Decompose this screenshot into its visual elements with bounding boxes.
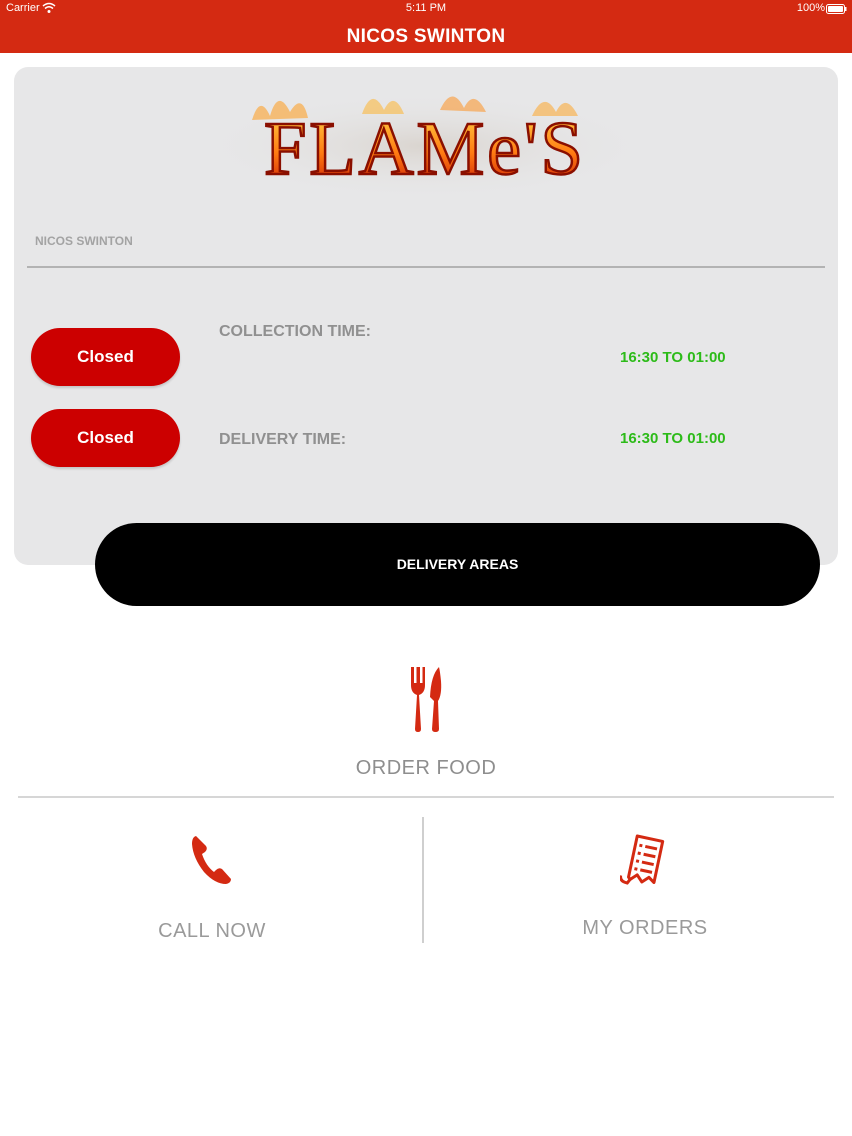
phone-icon	[190, 834, 232, 886]
battery-icon	[826, 4, 847, 17]
status-bar: Carrier 5:11 PM 100%	[0, 0, 852, 18]
store-name-field[interactable]: NICOS SWINTON	[35, 234, 133, 248]
collection-hours: 16:30 TO 01:00	[620, 349, 726, 366]
column-divider	[422, 817, 424, 943]
nav-bar: NICOS SWINTON	[0, 18, 852, 53]
delivery-status-badge[interactable]: Closed	[31, 409, 180, 467]
call-now-button[interactable]: CALL NOW	[18, 820, 406, 950]
receipt-icon	[619, 834, 668, 890]
fork-knife-icon	[409, 665, 445, 733]
collection-time-label: COLLECTION TIME:	[219, 323, 371, 340]
my-orders-button[interactable]: MY ORDERS	[440, 820, 850, 950]
page-title: NICOS SWINTON	[346, 26, 506, 47]
flames-logo: FLAMe'S	[212, 80, 638, 198]
collection-status-badge[interactable]: Closed	[31, 328, 180, 386]
call-now-label: CALL NOW	[158, 920, 266, 942]
battery-percent: 100%	[796, 2, 825, 14]
logo-text: FLAMe'S	[264, 107, 586, 191]
delivery-time-label: DELIVERY TIME:	[219, 431, 347, 448]
store-name-divider	[27, 266, 825, 268]
status-time: 5:11 PM	[405, 2, 447, 14]
section-divider	[18, 796, 834, 798]
my-orders-label: MY ORDERS	[582, 917, 708, 939]
delivery-areas-button[interactable]: DELIVERY AREAS	[95, 523, 820, 606]
delivery-hours: 16:30 TO 01:00	[620, 430, 726, 447]
order-food-button[interactable]: ORDER FOOD	[18, 640, 834, 790]
order-food-label: ORDER FOOD	[355, 757, 497, 779]
